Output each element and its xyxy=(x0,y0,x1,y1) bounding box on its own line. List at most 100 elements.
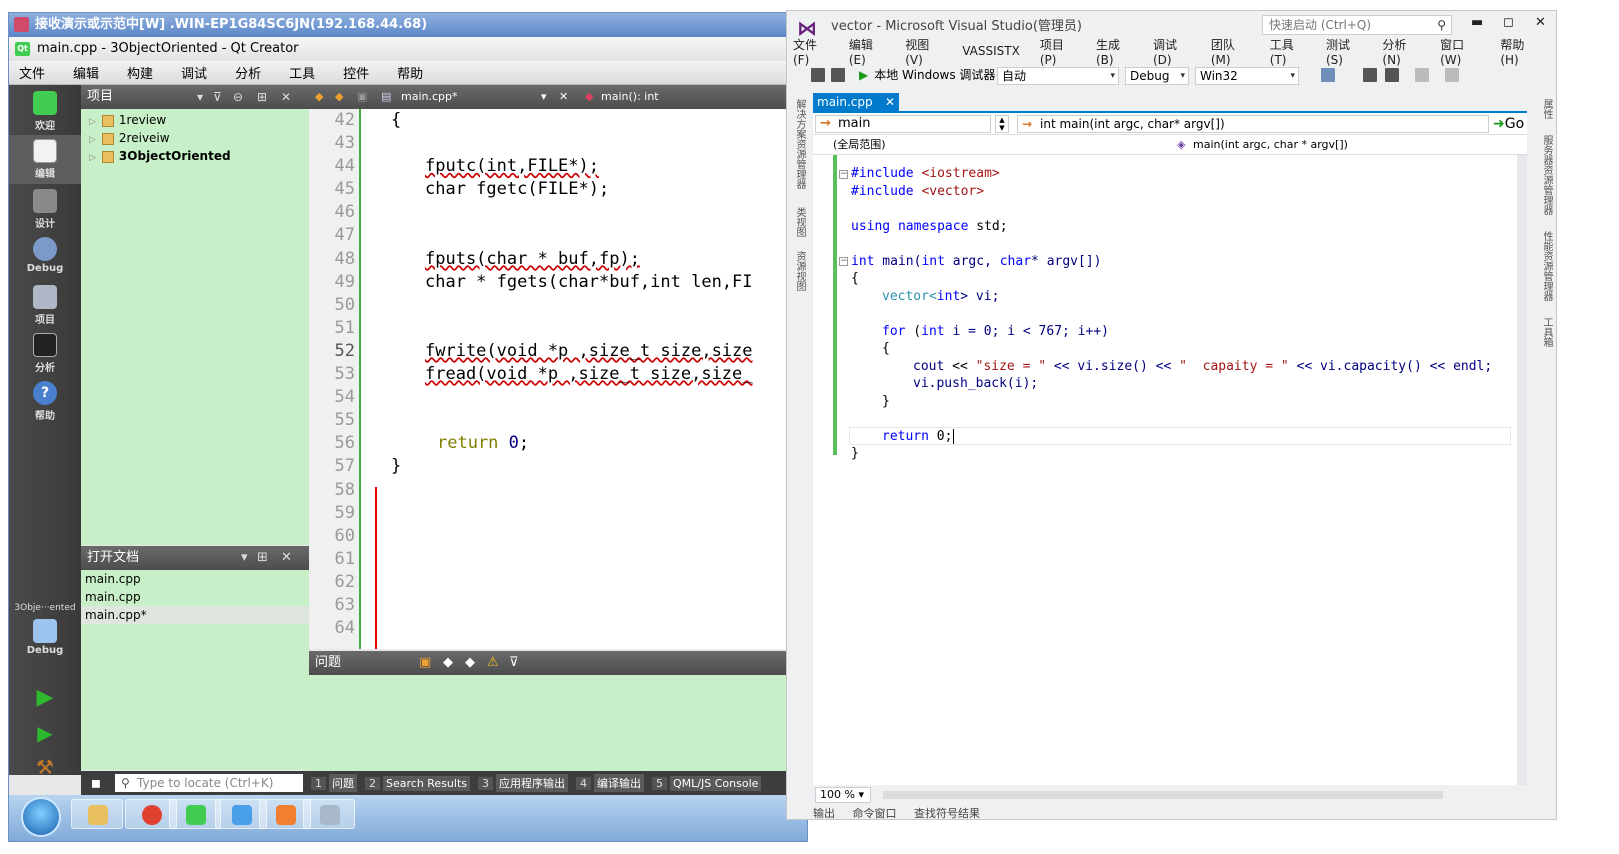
close-icon[interactable]: ✕ xyxy=(1535,15,1546,30)
vs-menu-window[interactable]: 窗口(W) xyxy=(1440,36,1480,67)
taskbar-app[interactable] xyxy=(303,799,355,829)
mode-debug[interactable]: Debug xyxy=(9,237,81,274)
global-scope-combo[interactable]: (全局范围) xyxy=(815,136,1167,154)
close-icon[interactable]: ✕ xyxy=(281,546,292,570)
command-window-tab[interactable]: 命令窗口 xyxy=(853,807,897,819)
expand-arrow-icon[interactable]: ▷ xyxy=(89,153,96,163)
vs-menu-project[interactable]: 项目(P) xyxy=(1040,36,1076,67)
find-symbol-results-tab[interactable]: 查找符号结果 xyxy=(914,807,980,819)
save-icon[interactable] xyxy=(811,68,825,82)
filter-icon[interactable]: ⊽ xyxy=(509,651,519,675)
run-mode-select[interactable]: 自动 ▾ xyxy=(997,67,1119,85)
qt-menu-file[interactable]: 文件 xyxy=(19,63,45,82)
tab-main-cpp[interactable]: main.cpp ✕ xyxy=(813,93,899,111)
locate-input[interactable]: Type to locate (Ctrl+K) xyxy=(115,774,303,792)
sync-link-icon[interactable]: ⊖ xyxy=(233,85,243,109)
quick-launch-input[interactable]: 快速启动 (Ctrl+Q) ⚲ xyxy=(1262,15,1452,35)
close-icon[interactable]: ✕ xyxy=(281,85,291,109)
zoom-select[interactable]: 100 % ▾ xyxy=(815,787,871,803)
save-all-icon[interactable] xyxy=(831,68,845,82)
vs-menu-debug[interactable]: 调试(D) xyxy=(1153,36,1191,67)
vs-menu-file[interactable]: 文件(F) xyxy=(793,36,829,67)
chevron-down-icon[interactable]: ▾ xyxy=(197,85,203,109)
output-tab-app-output[interactable]: 3 应用程序输出 xyxy=(478,774,569,792)
warning-icon[interactable]: ⚠ xyxy=(487,651,499,675)
split-icon[interactable]: ⊞ xyxy=(257,85,267,109)
forward-arrow-icon[interactable]: ◆ xyxy=(335,85,343,109)
output-tab-issues[interactable]: 1 问题 xyxy=(311,774,357,792)
tree-item-active-project[interactable]: ▷ 3ObjectOriented xyxy=(89,147,231,165)
vs-menu-vassistx[interactable]: VASSISTX xyxy=(962,44,1020,58)
run-icon[interactable]: ▶ xyxy=(9,685,81,710)
output-tab-console[interactable]: 5 QML/JS Console xyxy=(652,775,762,791)
va-spin-icon[interactable]: ▲ ▼ xyxy=(995,115,1009,133)
taskbar-qtcreator[interactable] xyxy=(169,799,221,829)
qt-menu-edit[interactable]: 编辑 xyxy=(73,63,99,82)
next-arrow-icon[interactable]: ◆ xyxy=(465,651,475,675)
vertical-scrollbar[interactable] xyxy=(1517,155,1527,785)
editor-symbol-combo[interactable]: main(): int xyxy=(601,85,659,109)
comment-icon[interactable] xyxy=(1415,68,1429,82)
vs-menu-tools[interactable]: 工具(T) xyxy=(1270,36,1306,67)
output-tab[interactable]: 输出 xyxy=(813,807,835,819)
vs-menu-team[interactable]: 团队(M) xyxy=(1211,36,1250,67)
expand-arrow-icon[interactable]: ▷ xyxy=(89,117,96,127)
expand-arrow-icon[interactable]: ▷ xyxy=(89,135,96,145)
vs-menu-edit[interactable]: 编辑(E) xyxy=(849,36,885,67)
vs-menu-help[interactable]: 帮助(H) xyxy=(1500,36,1538,67)
vs-menu-analyze[interactable]: 分析(N) xyxy=(1382,36,1420,67)
windows-start-icon[interactable] xyxy=(21,797,61,837)
vs-code-editor[interactable]: − − #include <iostream> #include <vector… xyxy=(813,155,1517,785)
bookmark-icon[interactable] xyxy=(1363,68,1377,82)
mode-help[interactable]: ? 帮助 xyxy=(9,381,81,422)
open-document-item-active[interactable]: main.cpp* xyxy=(81,606,309,624)
class-view-tab[interactable]: 类视图 xyxy=(793,207,805,237)
vs-menu-test[interactable]: 测试(S) xyxy=(1326,36,1362,67)
member-scope-combo[interactable]: main(int argc, char * argv[]) xyxy=(1175,136,1525,154)
tree-item-project[interactable]: ▷ 1review xyxy=(89,111,166,129)
kit-selector[interactable]: Debug xyxy=(9,619,81,656)
vs-menu-view[interactable]: 视图(V) xyxy=(905,36,942,67)
mode-welcome[interactable]: 欢迎 xyxy=(9,91,81,132)
mode-design[interactable]: 设计 xyxy=(9,189,81,230)
mode-edit[interactable]: 编辑 xyxy=(9,135,81,184)
horizontal-scrollbar[interactable] xyxy=(883,791,1443,799)
properties-tab[interactable]: 属性 xyxy=(1540,99,1552,119)
open-document-item[interactable]: main.cpp xyxy=(81,588,309,606)
find-icon[interactable] xyxy=(1321,68,1335,82)
va-scope-combo[interactable]: main xyxy=(815,115,991,133)
platform-select[interactable]: Win32 ▾ xyxy=(1195,67,1299,85)
server-explorer-tab[interactable]: 服务器资源管理器 xyxy=(1540,135,1552,215)
output-tab-compile[interactable]: 4 编译输出 xyxy=(576,774,645,792)
toggle-sidebar-icon[interactable]: ◼ xyxy=(91,776,101,790)
collapse-icon[interactable]: − xyxy=(839,257,848,266)
chevron-down-icon[interactable]: ▾ xyxy=(541,85,547,109)
debug-run-icon[interactable]: ▶ xyxy=(9,721,81,745)
solution-explorer-tab[interactable]: 解决方案资源管理器 xyxy=(793,99,805,189)
start-debugging-button[interactable]: ▶本地 Windows 调试器 ▾ xyxy=(859,65,1005,85)
qt-menu-widgets[interactable]: 控件 xyxy=(343,63,369,82)
vs-menu-build[interactable]: 生成(B) xyxy=(1096,36,1133,67)
maximize-icon[interactable]: ◻ xyxy=(1503,15,1514,30)
editor-file-combo[interactable]: main.cpp* xyxy=(401,85,458,109)
qt-menu-debug[interactable]: 调试 xyxy=(181,63,207,82)
qt-menu-help[interactable]: 帮助 xyxy=(397,63,423,82)
output-tab-search[interactable]: 2 Search Results xyxy=(365,775,471,791)
chevron-down-icon[interactable]: ▾ xyxy=(241,546,248,570)
qt-menu-build[interactable]: 构建 xyxy=(127,63,153,82)
prev-arrow-icon[interactable]: ◆ xyxy=(443,651,453,675)
va-function-combo[interactable]: int main(int argc, char* argv[]) xyxy=(1017,115,1489,133)
open-document-item[interactable]: main.cpp xyxy=(81,570,309,588)
mode-projects[interactable]: 项目 xyxy=(9,285,81,326)
close-icon[interactable]: ✕ xyxy=(559,85,568,109)
uncomment-icon[interactable] xyxy=(1445,68,1459,82)
toolbox-tab[interactable]: 工具箱 xyxy=(1540,317,1552,347)
collapse-icon[interactable]: − xyxy=(839,170,848,179)
go-button[interactable]: ➜Go xyxy=(1493,115,1524,133)
config-select[interactable]: Debug ▾ xyxy=(1125,67,1189,85)
close-icon[interactable]: ✕ xyxy=(885,93,895,111)
mode-analyze[interactable]: 分析 xyxy=(9,333,81,374)
qt-code-editor[interactable]: { fputc(int,FILE*); char fgetc(FILE*); f… xyxy=(359,109,807,649)
resource-view-tab[interactable]: 资源视图 xyxy=(793,251,805,291)
clear-icon[interactable]: ▣ xyxy=(419,651,431,675)
